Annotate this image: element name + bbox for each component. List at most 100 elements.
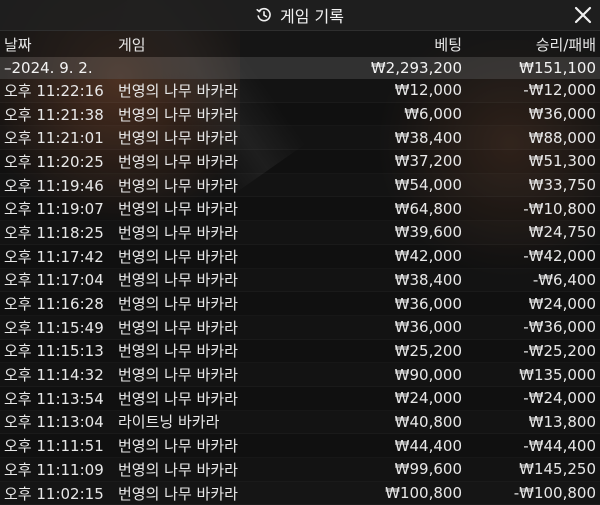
row-bet: ₩38,400 <box>394 128 462 147</box>
table-row[interactable]: 오후 11:02:15 번영의 나무 바카라 ₩100,800 -₩100,800 <box>0 482 600 505</box>
row-time: 오후 11:17:04 <box>4 271 104 290</box>
row-game: 번영의 나무 바카라 <box>118 200 238 219</box>
row-bet: ₩64,800 <box>394 199 462 218</box>
table-row[interactable]: 오후 11:21:01 번영의 나무 바카라 ₩38,400 ₩88,000 <box>0 126 600 150</box>
table-row[interactable]: 오후 11:19:46 번영의 나무 바카라 ₩54,000 ₩33,750 <box>0 174 600 198</box>
row-win-loss: ₩36,000 <box>528 105 596 124</box>
table-row[interactable]: 오후 11:13:04 라이트닝 바카라 ₩40,800 ₩13,800 <box>0 411 600 435</box>
row-time: 오후 11:13:54 <box>4 389 104 408</box>
row-game: 번영의 나무 바카라 <box>118 460 238 479</box>
row-game: 번영의 나무 바카라 <box>118 247 238 266</box>
title-bar: 게임 기록 <box>0 0 600 31</box>
history-icon <box>256 7 271 22</box>
table-row[interactable]: 오후 11:16:28 번영의 나무 바카라 ₩36,000 ₩24,000 <box>0 292 600 316</box>
table-row[interactable]: 오후 11:17:42 번영의 나무 바카라 ₩42,000 -₩42,000 <box>0 245 600 269</box>
game-history-panel: 게임 기록 날짜 게임 베팅 승리/패배 –2024. 9. 2. ₩2,293… <box>0 0 600 503</box>
row-time: 오후 11:21:01 <box>4 129 104 148</box>
table-row[interactable]: 오후 11:20:25 번영의 나무 바카라 ₩37,200 ₩51,300 <box>0 150 600 174</box>
date-summary-row[interactable]: –2024. 9. 2. ₩2,293,200 ₩151,100 <box>0 57 600 79</box>
row-bet: ₩12,000 <box>394 81 462 100</box>
row-bet: ₩24,000 <box>394 389 462 408</box>
row-time: 오후 11:14:32 <box>4 366 104 385</box>
table-row[interactable]: 오후 11:18:25 번영의 나무 바카라 ₩39,600 ₩24,750 <box>0 221 600 245</box>
row-game: 라이트닝 바카라 <box>118 413 220 432</box>
row-bet: ₩100,800 <box>385 484 462 503</box>
close-icon[interactable] <box>572 4 594 26</box>
table-row[interactable]: 오후 11:14:32 번영의 나무 바카라 ₩90,000 ₩135,000 <box>0 363 600 387</box>
row-time: 오후 11:20:25 <box>4 152 104 171</box>
row-bet: ₩54,000 <box>394 176 462 195</box>
row-win-loss: ₩145,250 <box>519 460 596 479</box>
row-time: 오후 11:22:16 <box>4 81 104 100</box>
row-win-loss: -₩25,200 <box>523 341 596 360</box>
row-game: 번영의 나무 바카라 <box>118 223 238 242</box>
row-bet: ₩38,400 <box>394 270 462 289</box>
row-game: 번영의 나무 바카라 <box>118 295 238 314</box>
header-bet[interactable]: 베팅 <box>318 34 462 55</box>
header-date[interactable]: 날짜 <box>0 34 118 55</box>
row-bet: ₩42,000 <box>394 247 462 266</box>
row-bet: ₩36,000 <box>394 294 462 313</box>
row-game: 번영의 나무 바카라 <box>118 318 238 337</box>
row-bet: ₩25,200 <box>394 341 462 360</box>
panel-title-text: 게임 기록 <box>280 7 344 26</box>
row-win-loss: ₩51,300 <box>528 152 596 171</box>
table-row[interactable]: 오후 11:21:38 번영의 나무 바카라 ₩6,000 ₩36,000 <box>0 103 600 127</box>
summary-bet: ₩2,293,200 <box>370 59 462 77</box>
row-game: 번영의 나무 바카라 <box>118 129 238 148</box>
header-win-loss[interactable]: 승리/패배 <box>462 34 596 55</box>
row-win-loss: -₩12,000 <box>523 81 596 100</box>
row-time: 오후 11:02:15 <box>4 484 104 503</box>
row-time: 오후 11:17:42 <box>4 247 104 266</box>
row-win-loss: -₩44,400 <box>523 436 596 455</box>
summary-date: –2024. 9. 2. <box>4 59 93 77</box>
table-row[interactable]: 오후 11:15:49 번영의 나무 바카라 ₩36,000 -₩36,000 <box>0 316 600 340</box>
row-time: 오후 11:19:46 <box>4 176 104 195</box>
summary-win-loss: ₩151,100 <box>519 59 596 77</box>
row-bet: ₩37,200 <box>394 152 462 171</box>
table-row[interactable]: 오후 11:11:09 번영의 나무 바카라 ₩99,600 ₩145,250 <box>0 458 600 482</box>
row-game: 번영의 나무 바카라 <box>118 176 238 195</box>
row-win-loss: -₩6,400 <box>532 270 596 289</box>
row-game: 번영의 나무 바카라 <box>118 105 238 124</box>
table-row[interactable]: 오후 11:11:51 번영의 나무 바카라 ₩44,400 -₩44,400 <box>0 434 600 458</box>
row-win-loss: ₩24,750 <box>528 223 596 242</box>
history-list: 오후 11:22:16 번영의 나무 바카라 ₩12,000 -₩12,000 오후 … <box>0 79 600 505</box>
row-game: 번영의 나무 바카라 <box>118 271 238 290</box>
row-bet: ₩44,400 <box>394 436 462 455</box>
row-game: 번영의 나무 바카라 <box>118 437 238 456</box>
header-game[interactable]: 게임 <box>118 34 318 55</box>
row-game: 번영의 나무 바카라 <box>118 484 238 503</box>
row-time: 오후 11:15:49 <box>4 318 104 337</box>
row-time: 오후 11:19:07 <box>4 200 104 219</box>
row-bet: ₩90,000 <box>394 365 462 384</box>
table-row[interactable]: 오후 11:19:07 번영의 나무 바카라 ₩64,800 -₩10,800 <box>0 197 600 221</box>
row-bet: ₩36,000 <box>394 318 462 337</box>
row-time: 오후 11:15:13 <box>4 342 104 361</box>
row-time: 오후 11:11:09 <box>4 460 104 479</box>
table-row[interactable]: 오후 11:15:13 번영의 나무 바카라 ₩25,200 -₩25,200 <box>0 340 600 364</box>
row-win-loss: ₩13,800 <box>528 412 596 431</box>
row-win-loss: -₩42,000 <box>523 247 596 266</box>
row-time: 오후 11:18:25 <box>4 223 104 242</box>
row-bet: ₩39,600 <box>394 223 462 242</box>
row-win-loss: -₩36,000 <box>523 318 596 337</box>
row-game: 번영의 나무 바카라 <box>118 366 238 385</box>
row-win-loss: -₩10,800 <box>523 199 596 218</box>
row-time: 오후 11:21:38 <box>4 105 104 124</box>
row-game: 번영의 나무 바카라 <box>118 389 238 408</box>
row-game: 번영의 나무 바카라 <box>118 342 238 361</box>
row-time: 오후 11:16:28 <box>4 295 104 314</box>
row-win-loss: ₩33,750 <box>528 176 596 195</box>
row-win-loss: ₩24,000 <box>528 294 596 313</box>
table-row[interactable]: 오후 11:22:16 번영의 나무 바카라 ₩12,000 -₩12,000 <box>0 79 600 103</box>
table-row[interactable]: 오후 11:13:54 번영의 나무 바카라 ₩24,000 -₩24,000 <box>0 387 600 411</box>
row-bet: ₩40,800 <box>394 412 462 431</box>
row-time: 오후 11:13:04 <box>4 413 104 432</box>
row-win-loss: -₩100,800 <box>513 484 596 503</box>
row-win-loss: ₩135,000 <box>519 365 596 384</box>
row-bet: ₩6,000 <box>404 105 462 124</box>
table-row[interactable]: 오후 11:17:04 번영의 나무 바카라 ₩38,400 -₩6,400 <box>0 269 600 293</box>
row-bet: ₩99,600 <box>394 460 462 479</box>
table-header: 날짜 게임 베팅 승리/패배 <box>0 31 600 57</box>
